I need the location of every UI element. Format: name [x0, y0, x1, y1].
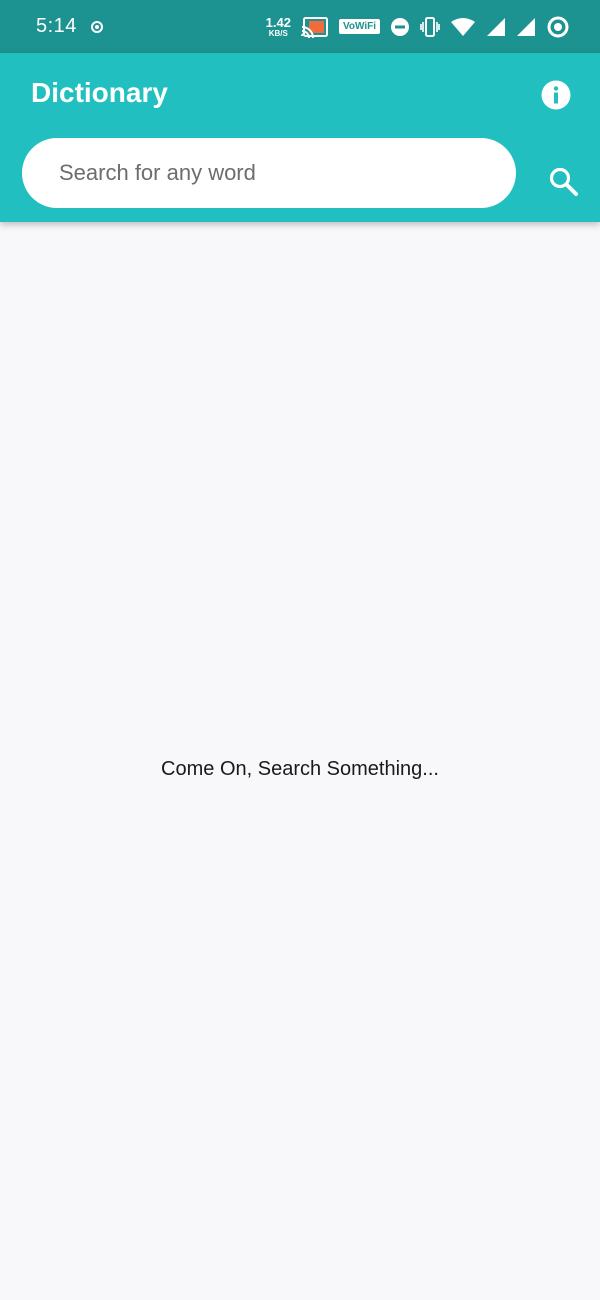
status-bar: 5:14 1.42 KB/S VoWiFi — [0, 0, 600, 53]
battery-saver-icon — [547, 16, 569, 37]
net-speed-value: 1.42 — [265, 14, 291, 30]
vibrate-icon — [420, 16, 440, 37]
net-speed-unit: KB/S — [268, 28, 288, 38]
signal-icon — [487, 17, 505, 36]
record-icon — [90, 20, 103, 33]
search-box — [22, 138, 516, 208]
empty-state-message: Come On, Search Something... — [161, 758, 439, 780]
app-bar: Dictionary — [0, 53, 600, 222]
info-button[interactable] — [541, 80, 571, 110]
app-title: Dictionary — [31, 77, 168, 108]
search-button[interactable] — [547, 165, 581, 199]
info-icon — [541, 80, 571, 110]
net-speed: 1.42 KB/S — [266, 16, 291, 38]
search-input[interactable] — [57, 159, 486, 187]
status-icons: 1.42 KB/S VoWiFi — [266, 15, 570, 39]
wifi-icon — [451, 17, 475, 36]
do-not-disturb-icon — [391, 17, 409, 36]
cast-icon — [300, 16, 328, 38]
status-time: 5:14 — [36, 15, 77, 37]
main-content: Come On, Search Something... — [0, 222, 600, 1300]
search-icon — [549, 167, 578, 196]
signal-icon-2 — [517, 17, 535, 36]
vowifi-badge: VoWiFi — [338, 19, 380, 34]
